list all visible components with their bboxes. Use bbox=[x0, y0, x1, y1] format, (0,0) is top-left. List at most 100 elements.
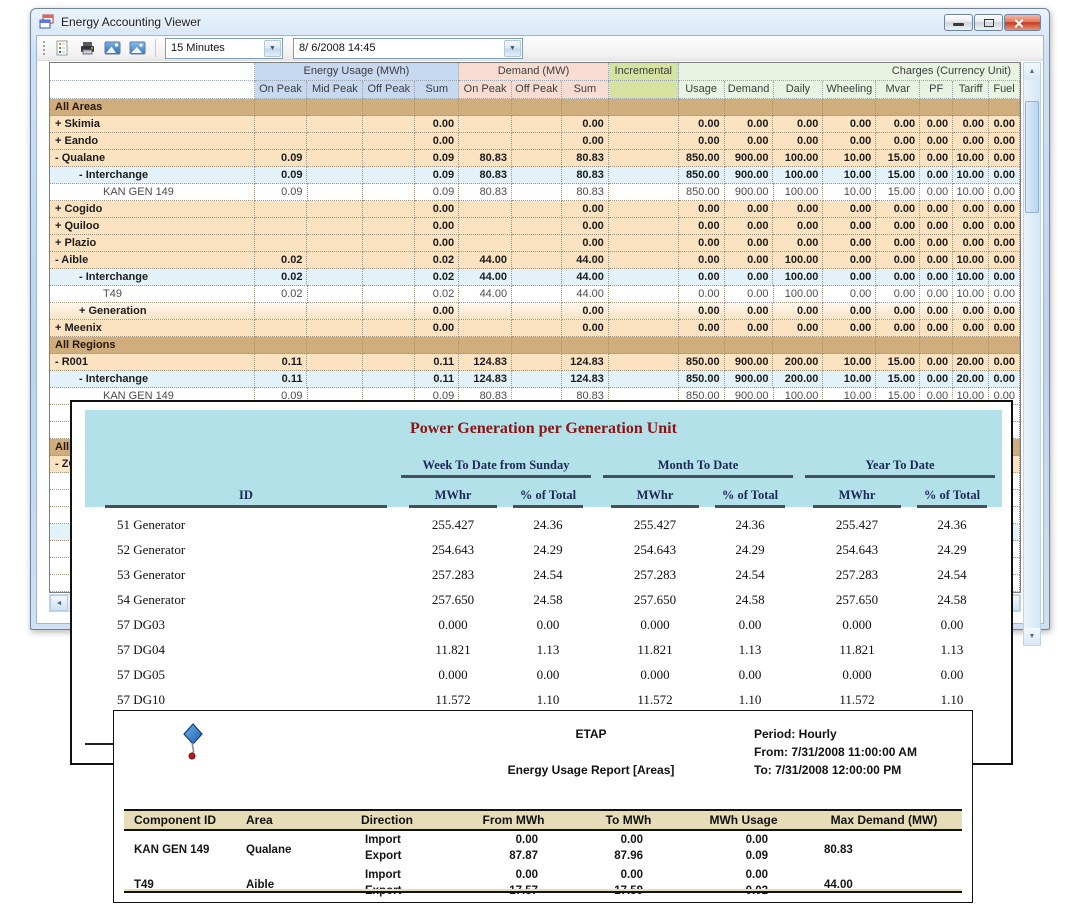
restore-button[interactable] bbox=[974, 14, 1003, 31]
generator-id: 51 Generator bbox=[91, 517, 401, 533]
grid-cell: 850.00 bbox=[679, 354, 725, 371]
picture-button-2[interactable] bbox=[126, 38, 148, 59]
grid-cell bbox=[307, 269, 363, 286]
table-row[interactable]: + Quiloo0.000.000.000.000.000.000.000.00… bbox=[50, 218, 1020, 235]
value-cell: 257.650 bbox=[401, 592, 505, 608]
value-cell: 0.00 bbox=[451, 869, 576, 885]
printer-button[interactable] bbox=[76, 38, 98, 59]
vertical-scrollbar[interactable]: ▲ ▼ bbox=[1023, 62, 1041, 646]
grid-cell bbox=[459, 99, 512, 116]
grid-cell: 100.00 bbox=[773, 150, 823, 167]
table-row[interactable]: - Qualane0.090.0980.8380.83850.00900.001… bbox=[50, 150, 1020, 167]
table-row[interactable]: + Skimia0.000.000.000.000.000.000.000.00… bbox=[50, 116, 1020, 133]
value-cell: 0.09 bbox=[681, 850, 806, 866]
grid-cell: 0.00 bbox=[725, 218, 774, 235]
grid-cell: 0.00 bbox=[725, 320, 774, 337]
scroll-left-icon[interactable]: ◄ bbox=[50, 595, 68, 611]
grid-cell: 850.00 bbox=[679, 184, 725, 201]
table-row[interactable]: - Interchange0.110.11124.83124.83850.009… bbox=[50, 371, 1020, 388]
grid-cell bbox=[255, 116, 308, 133]
direction-cell: Import bbox=[351, 869, 451, 885]
grid-cell bbox=[773, 337, 823, 354]
grid-cell: 0.11 bbox=[255, 354, 308, 371]
printer-icon bbox=[79, 40, 96, 56]
table-row[interactable]: + Cogido0.000.000.000.000.000.000.000.00… bbox=[50, 201, 1020, 218]
grid-cell bbox=[512, 184, 562, 201]
chevron-down-icon[interactable]: ▼ bbox=[264, 40, 281, 57]
table-row[interactable]: + Plazio0.000.000.000.000.000.000.000.00… bbox=[50, 235, 1020, 252]
table-row[interactable]: KAN GEN 1490.090.0980.8380.83850.00900.0… bbox=[50, 184, 1020, 201]
grid-cell: 0.02 bbox=[415, 286, 459, 303]
row-label: - Qualane bbox=[50, 150, 255, 167]
grid-cell bbox=[363, 371, 415, 388]
value-cell: 0.00 bbox=[707, 667, 793, 683]
grid-cell: 0.00 bbox=[415, 116, 459, 133]
close-button[interactable] bbox=[1004, 14, 1041, 31]
grid-cell bbox=[512, 99, 562, 116]
grid-cell: 0.00 bbox=[725, 286, 774, 303]
grid-cell bbox=[308, 286, 364, 303]
grid-cell: 0.00 bbox=[679, 320, 725, 337]
picture-button[interactable] bbox=[101, 38, 123, 59]
grid-cell: 900.00 bbox=[725, 167, 774, 184]
grid-cell: 0.00 bbox=[679, 201, 725, 218]
datetime-combobox[interactable]: 8/ 6/2008 14:45 ▼ bbox=[293, 38, 523, 59]
grid-column-header: Mvar bbox=[876, 81, 920, 99]
value-cell: 1.13 bbox=[707, 642, 793, 658]
toolbar-grip[interactable] bbox=[41, 39, 46, 57]
grid-cell: 0.00 bbox=[920, 235, 953, 252]
grid-cell: 15.00 bbox=[876, 354, 920, 371]
grid-cell: 0.00 bbox=[823, 116, 876, 133]
grid-cell: 0.00 bbox=[823, 201, 876, 218]
table-row[interactable]: - Interchange0.090.0980.8380.83850.00900… bbox=[50, 167, 1020, 184]
table-row: 53 Generator257.28324.54257.28324.54257.… bbox=[91, 562, 1008, 587]
grid-cell bbox=[725, 99, 774, 116]
table-row[interactable]: + Generation0.000.000.000.000.000.000.00… bbox=[50, 303, 1020, 320]
grid-cell: 900.00 bbox=[725, 184, 774, 201]
grid-cell bbox=[307, 116, 363, 133]
interval-combobox[interactable]: 15 Minutes ▼ bbox=[165, 38, 283, 59]
table-row[interactable]: - Interchange0.020.0244.0044.000.000.001… bbox=[50, 269, 1020, 286]
table-row[interactable]: - R0010.110.11124.83124.83850.00900.0020… bbox=[50, 354, 1020, 371]
table-row[interactable]: - Aible0.020.0244.0044.000.000.00100.000… bbox=[50, 252, 1020, 269]
grid-cell: 0.00 bbox=[679, 252, 725, 269]
table-row[interactable]: T490.020.0244.0044.000.000.00100.000.000… bbox=[50, 286, 1020, 303]
title-bar[interactable]: Energy Accounting Viewer bbox=[31, 9, 1049, 35]
form-button[interactable] bbox=[51, 38, 73, 59]
value-cell: 11.821 bbox=[603, 642, 707, 658]
table-row[interactable]: + Meenix0.000.000.000.000.000.000.000.00… bbox=[50, 320, 1020, 337]
minimize-button[interactable] bbox=[944, 14, 973, 31]
scroll-down-icon[interactable]: ▼ bbox=[1024, 628, 1040, 645]
grid-cell: 0.00 bbox=[823, 235, 876, 252]
value-cell: 255.427 bbox=[603, 517, 707, 533]
grid-cell: 0.00 bbox=[953, 303, 989, 320]
grid-cell: 0.00 bbox=[562, 201, 609, 218]
grid-cell: 0.00 bbox=[562, 303, 609, 320]
grid-cell bbox=[679, 99, 725, 116]
grid-group-header-row: Energy Usage (MWh)Demand (MW)Incremental… bbox=[50, 63, 1020, 81]
grid-cell bbox=[609, 354, 679, 371]
grid-cell: 0.00 bbox=[989, 252, 1020, 269]
chevron-down-icon[interactable]: ▼ bbox=[504, 40, 521, 57]
vertical-scrollbar-thumb[interactable] bbox=[1025, 101, 1039, 213]
table-row[interactable]: All Areas bbox=[50, 99, 1020, 116]
etap-app-name: ETAP bbox=[401, 727, 781, 741]
grid-cell: 0.00 bbox=[920, 167, 953, 184]
table-row[interactable]: All Regions bbox=[50, 337, 1020, 354]
grid-cell: 10.00 bbox=[953, 167, 989, 184]
table-row: 57 DG050.0000.000.0000.000.0000.00 bbox=[91, 662, 1008, 687]
grid-cell bbox=[363, 218, 415, 235]
scroll-up-icon[interactable]: ▲ bbox=[1024, 63, 1040, 80]
value-cell: 17.59 bbox=[576, 885, 681, 901]
table-row[interactable]: + Eando0.000.000.000.000.000.000.000.000… bbox=[50, 133, 1020, 150]
generation-table: 51 Generator255.42724.36255.42724.36255.… bbox=[91, 512, 1008, 737]
grid-cell: 0.00 bbox=[562, 320, 609, 337]
grid-cell: 0.00 bbox=[953, 218, 989, 235]
grid-column-header: On Peak bbox=[459, 81, 512, 99]
grid-cell: 0.00 bbox=[920, 201, 953, 218]
value-cell: 1.13 bbox=[505, 642, 591, 658]
grid-cell bbox=[307, 133, 363, 150]
generator-id: 57 DG03 bbox=[91, 617, 401, 633]
grid-cell bbox=[512, 371, 562, 388]
app-icon bbox=[39, 14, 55, 30]
